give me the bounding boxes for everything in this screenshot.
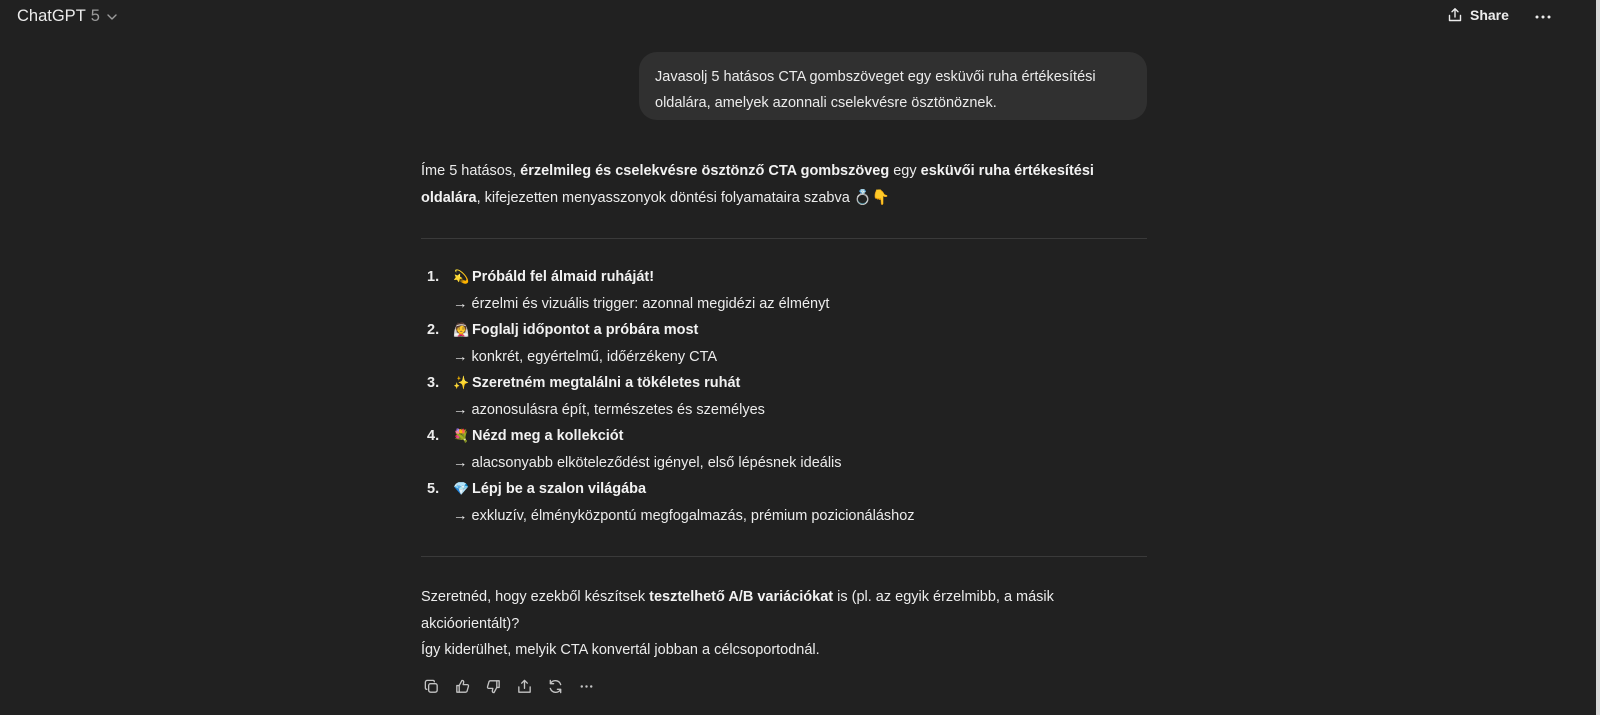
divider bbox=[421, 556, 1147, 557]
bouquet-icon: 💐 bbox=[453, 428, 470, 443]
chevron-down-icon bbox=[107, 14, 117, 20]
share-button[interactable]: Share bbox=[1447, 7, 1509, 23]
gem-icon: 💎 bbox=[453, 481, 470, 496]
share-icon bbox=[1448, 8, 1462, 22]
model-switcher[interactable]: ChatGPT 5 bbox=[17, 7, 118, 26]
list-item-note: → konkrét, egyértelmű, időérzékeny CTA bbox=[453, 348, 718, 365]
share-label: Share bbox=[1470, 7, 1509, 23]
more-horizontal-icon[interactable] bbox=[1532, 9, 1554, 25]
user-message-bubble: Javasolj 5 hatásos CTA gombszöveget egy … bbox=[639, 52, 1147, 120]
more-actions-button[interactable] bbox=[576, 676, 596, 696]
thumbs-down-icon bbox=[486, 679, 500, 693]
assistant-intro: Íme 5 hatásos, érzelmileg és cselekvésre… bbox=[421, 158, 1147, 212]
message-actions bbox=[421, 676, 596, 696]
outro-bold: tesztelhető A/B variációkat bbox=[649, 589, 834, 605]
cta-list: 1. 💫 Próbáld fel álmaid ruháját! → érzelm… bbox=[421, 264, 1147, 529]
bride-icon: 👰 bbox=[453, 322, 470, 337]
list-number: 4. bbox=[427, 428, 440, 444]
share-message-button[interactable] bbox=[514, 676, 534, 696]
assistant-outro: Szeretnéd, hogy ezekből készítsek teszte… bbox=[421, 584, 1147, 664]
user-message-text: Javasolj 5 hatásos CTA gombszöveget egy … bbox=[655, 69, 1096, 111]
list-number: 1. bbox=[427, 269, 440, 285]
dizzy-icon: 💫 bbox=[453, 269, 470, 284]
list-number: 5. bbox=[427, 481, 440, 497]
thumbs-down-button[interactable] bbox=[483, 676, 503, 696]
list-item-title: Nézd meg a kollekciót bbox=[472, 428, 624, 444]
list-number: 2. bbox=[427, 322, 440, 338]
copy-button[interactable] bbox=[421, 676, 441, 696]
divider bbox=[421, 238, 1147, 239]
copy-icon bbox=[424, 679, 438, 693]
list-item: 5. 💎 Lépj be a szalon világába → exkluzív… bbox=[421, 476, 1147, 529]
more-horizontal-icon bbox=[580, 684, 592, 688]
thumbs-up-button[interactable] bbox=[452, 676, 472, 696]
intro-text: , kifejezetten menyasszonyok döntési fol… bbox=[476, 190, 890, 206]
model-version: 5 bbox=[90, 7, 100, 25]
outro-text: Így kiderülhet, melyik CTA konvertál job… bbox=[421, 642, 820, 658]
list-item: 1. 💫 Próbáld fel álmaid ruháját! → érzelm… bbox=[421, 264, 1147, 317]
intro-bold: érzelmileg és cselekvésre ösztönző CTA g… bbox=[520, 163, 890, 179]
list-item-title: Lépj be a szalon világába bbox=[472, 481, 647, 497]
list-item: 4. 💐 Nézd meg a kollekciót → alacsonyabb … bbox=[421, 423, 1147, 476]
intro-text: Íme 5 hatásos, bbox=[421, 163, 521, 179]
thumbs-up-icon bbox=[455, 679, 469, 693]
sparkles-icon: ✨ bbox=[453, 375, 470, 390]
intro-text: egy bbox=[889, 163, 921, 179]
chat-window: ChatGPT 5 Share Javasolj 5 hatásos CTA g… bbox=[0, 0, 1600, 715]
share-icon bbox=[517, 679, 531, 693]
list-item-note: → alacsonyabb elköteleződést igényel, el… bbox=[453, 454, 842, 471]
outro-text: Szeretnéd, hogy ezekből készítsek bbox=[421, 589, 650, 605]
list-item-note: → azonosulásra épít, természetes és szem… bbox=[453, 401, 765, 418]
list-item-title: Szeretném megtalálni a tökéletes ruhát bbox=[472, 375, 741, 391]
list-item: 3. ✨ Szeretném megtalálni a tökéletes ruh… bbox=[421, 370, 1147, 423]
list-number: 3. bbox=[427, 375, 440, 391]
top-bar: ChatGPT 5 Share bbox=[0, 0, 1596, 36]
list-item-note: → érzelmi és vizuális trigger: azonnal m… bbox=[453, 295, 830, 312]
list-item-title: Próbáld fel álmaid ruháját! bbox=[472, 269, 655, 285]
list-item-title: Foglalj időpontot a próbára most bbox=[472, 322, 699, 338]
list-item-note: → exkluzív, élményközpontú megfogalmazás… bbox=[453, 507, 915, 524]
assistant-message: Íme 5 hatásos, érzelmileg és cselekvésre… bbox=[421, 158, 1147, 693]
regenerate-icon bbox=[549, 679, 561, 693]
regenerate-button[interactable] bbox=[545, 676, 565, 696]
model-name: ChatGPT bbox=[17, 7, 86, 25]
list-item: 2. 👰 Foglalj időpontot a próbára most → k… bbox=[421, 317, 1147, 370]
